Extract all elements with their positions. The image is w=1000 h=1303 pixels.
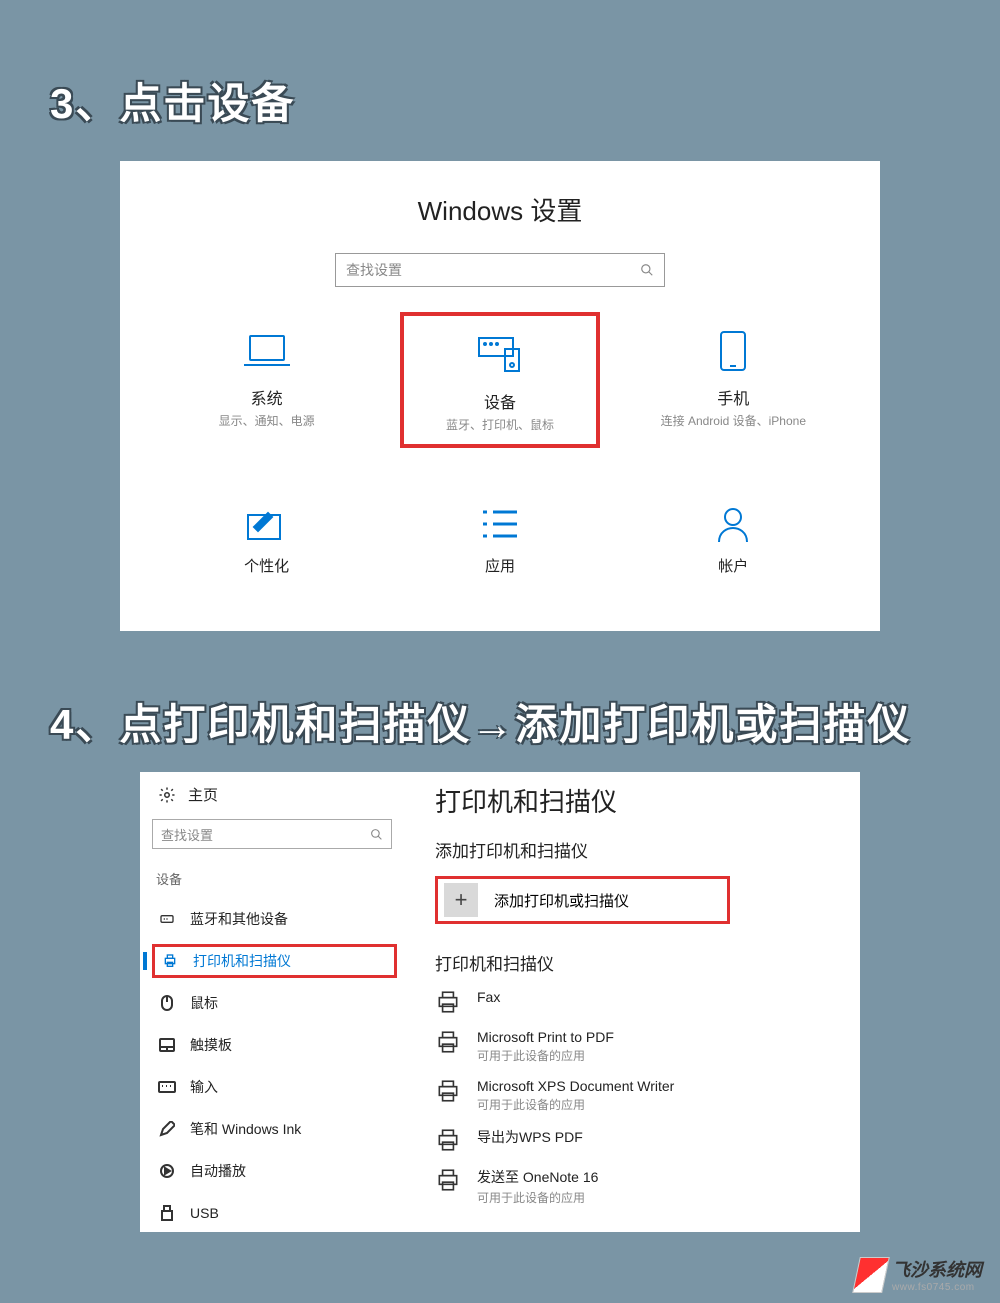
search-icon: [640, 263, 654, 277]
home-link[interactable]: 主页: [152, 784, 405, 805]
tile-phone[interactable]: 手机 连接 Android 设备、iPhone: [633, 312, 833, 448]
add-section-title: 添加打印机和扫描仪: [435, 837, 830, 862]
devices-icon: [409, 331, 591, 379]
paint-icon: [172, 503, 362, 545]
devices-settings-panel: 主页 查找设置 设备 蓝牙和其他设备 打印机和扫描仪 鼠标 触摸板 输入: [140, 772, 860, 1232]
tile-title: 设备: [409, 389, 591, 413]
tile-accounts[interactable]: 帐户: [633, 488, 833, 590]
sidebar-label: 笔和 Windows Ink: [190, 1119, 301, 1139]
sidebar-search-input[interactable]: 查找设置: [152, 819, 392, 849]
person-icon: [638, 503, 828, 545]
laptop-icon: [172, 327, 362, 375]
printer-icon: [435, 1078, 461, 1104]
printers-list-title: 打印机和扫描仪: [435, 950, 830, 975]
printer-icon: [435, 1127, 461, 1153]
sidebar-item-typing[interactable]: 输入: [152, 1070, 405, 1104]
printer-sub: 可用于此设备的应用: [477, 1189, 598, 1206]
tile-sub: 蓝牙、打印机、鼠标: [409, 417, 591, 434]
printer-item[interactable]: Fax: [435, 989, 830, 1015]
tile-title: 个性化: [172, 555, 362, 576]
tile-apps[interactable]: 应用: [400, 488, 600, 590]
search-placeholder: 查找设置: [161, 825, 213, 844]
printer-icon: [435, 1167, 461, 1193]
settings-title: Windows 设置: [130, 191, 870, 228]
printer-item[interactable]: Microsoft XPS Document Writer 可用于此设备的应用: [435, 1078, 830, 1113]
mouse-icon: [158, 994, 176, 1012]
watermark-name: 飞沙系统网: [892, 1256, 982, 1282]
settings-tiles-row2: 个性化 应用 帐户: [130, 488, 870, 590]
sidebar-item-autoplay[interactable]: 自动播放: [152, 1154, 405, 1188]
printer-icon: [161, 953, 179, 969]
tile-title: 手机: [638, 385, 828, 409]
printer-sub: 可用于此设备的应用: [477, 1047, 614, 1064]
autoplay-icon: [158, 1163, 176, 1179]
watermark: 飞沙系统网 www.fs0745.com: [856, 1256, 982, 1293]
sidebar-item-touchpad[interactable]: 触摸板: [152, 1028, 405, 1062]
tile-title: 帐户: [638, 555, 828, 576]
gear-icon: [158, 786, 176, 804]
printer-item[interactable]: 发送至 OneNote 16 可用于此设备的应用: [435, 1167, 830, 1206]
printer-name: Microsoft Print to PDF: [477, 1029, 614, 1045]
sidebar-item-mouse[interactable]: 鼠标: [152, 986, 405, 1020]
sidebar-item-bluetooth[interactable]: 蓝牙和其他设备: [152, 902, 405, 936]
phone-icon: [638, 327, 828, 375]
sidebar-label: 蓝牙和其他设备: [190, 909, 288, 929]
pen-icon: [158, 1121, 176, 1137]
sidebar-label: 输入: [190, 1077, 218, 1097]
usb-icon: [158, 1205, 176, 1221]
bluetooth-icon: [158, 911, 176, 927]
printer-name: 导出为WPS PDF: [477, 1127, 583, 1147]
sidebar-label: 鼠标: [190, 993, 218, 1013]
tile-personalization[interactable]: 个性化: [167, 488, 367, 590]
printer-sub: 可用于此设备的应用: [477, 1096, 674, 1113]
settings-search-input[interactable]: 查找设置: [335, 253, 665, 287]
printer-icon: [435, 989, 461, 1015]
sidebar-label: 触摸板: [190, 1035, 232, 1055]
search-icon: [370, 828, 383, 841]
tile-sub: 连接 Android 设备、iPhone: [638, 413, 828, 430]
watermark-logo-icon: [852, 1257, 890, 1293]
sidebar-category: 设备: [152, 869, 405, 888]
printer-item[interactable]: Microsoft Print to PDF 可用于此设备的应用: [435, 1029, 830, 1064]
printer-icon: [435, 1029, 461, 1055]
add-label: 添加打印机或扫描仪: [494, 890, 629, 911]
sidebar-label: 打印机和扫描仪: [193, 951, 291, 971]
search-placeholder: 查找设置: [346, 260, 402, 280]
sidebar-item-printers[interactable]: 打印机和扫描仪: [152, 944, 397, 978]
printer-item[interactable]: 导出为WPS PDF: [435, 1127, 830, 1153]
settings-tiles-row1: 系统 显示、通知、电源 设备 蓝牙、打印机、鼠标 手机 连接 Android 设…: [130, 312, 870, 448]
main-title: 打印机和扫描仪: [435, 782, 830, 819]
main-content: 打印机和扫描仪 添加打印机和扫描仪 + 添加打印机或扫描仪 打印机和扫描仪 Fa…: [405, 772, 860, 1232]
tile-title: 系统: [172, 385, 362, 409]
sidebar: 主页 查找设置 设备 蓝牙和其他设备 打印机和扫描仪 鼠标 触摸板 输入: [140, 772, 405, 1232]
step3-heading: 3、点击设备: [50, 0, 1000, 131]
keyboard-icon: [158, 1081, 176, 1093]
tile-system[interactable]: 系统 显示、通知、电源: [167, 312, 367, 448]
sidebar-label: 自动播放: [190, 1161, 246, 1181]
step4-heading: 4、点打印机和扫描仪→添加打印机或扫描仪: [50, 651, 1000, 752]
home-label: 主页: [188, 784, 218, 805]
tile-title: 应用: [405, 555, 595, 576]
printer-name: Microsoft XPS Document Writer: [477, 1078, 674, 1094]
sidebar-label: USB: [190, 1205, 219, 1221]
touchpad-icon: [158, 1038, 176, 1052]
sidebar-item-usb[interactable]: USB: [152, 1196, 405, 1230]
add-printer-button[interactable]: + 添加打印机或扫描仪: [435, 876, 730, 924]
printer-name: 发送至 OneNote 16: [477, 1167, 598, 1187]
tile-devices[interactable]: 设备 蓝牙、打印机、鼠标: [400, 312, 600, 448]
plus-icon: +: [444, 883, 478, 917]
printer-name: Fax: [477, 989, 500, 1005]
watermark-url: www.fs0745.com: [892, 1282, 982, 1293]
sidebar-item-pen[interactable]: 笔和 Windows Ink: [152, 1112, 405, 1146]
list-icon: [405, 503, 595, 545]
tile-sub: 显示、通知、电源: [172, 413, 362, 430]
windows-settings-panel: Windows 设置 查找设置 系统 显示、通知、电源 设备 蓝牙、打印机、鼠标…: [120, 161, 880, 631]
